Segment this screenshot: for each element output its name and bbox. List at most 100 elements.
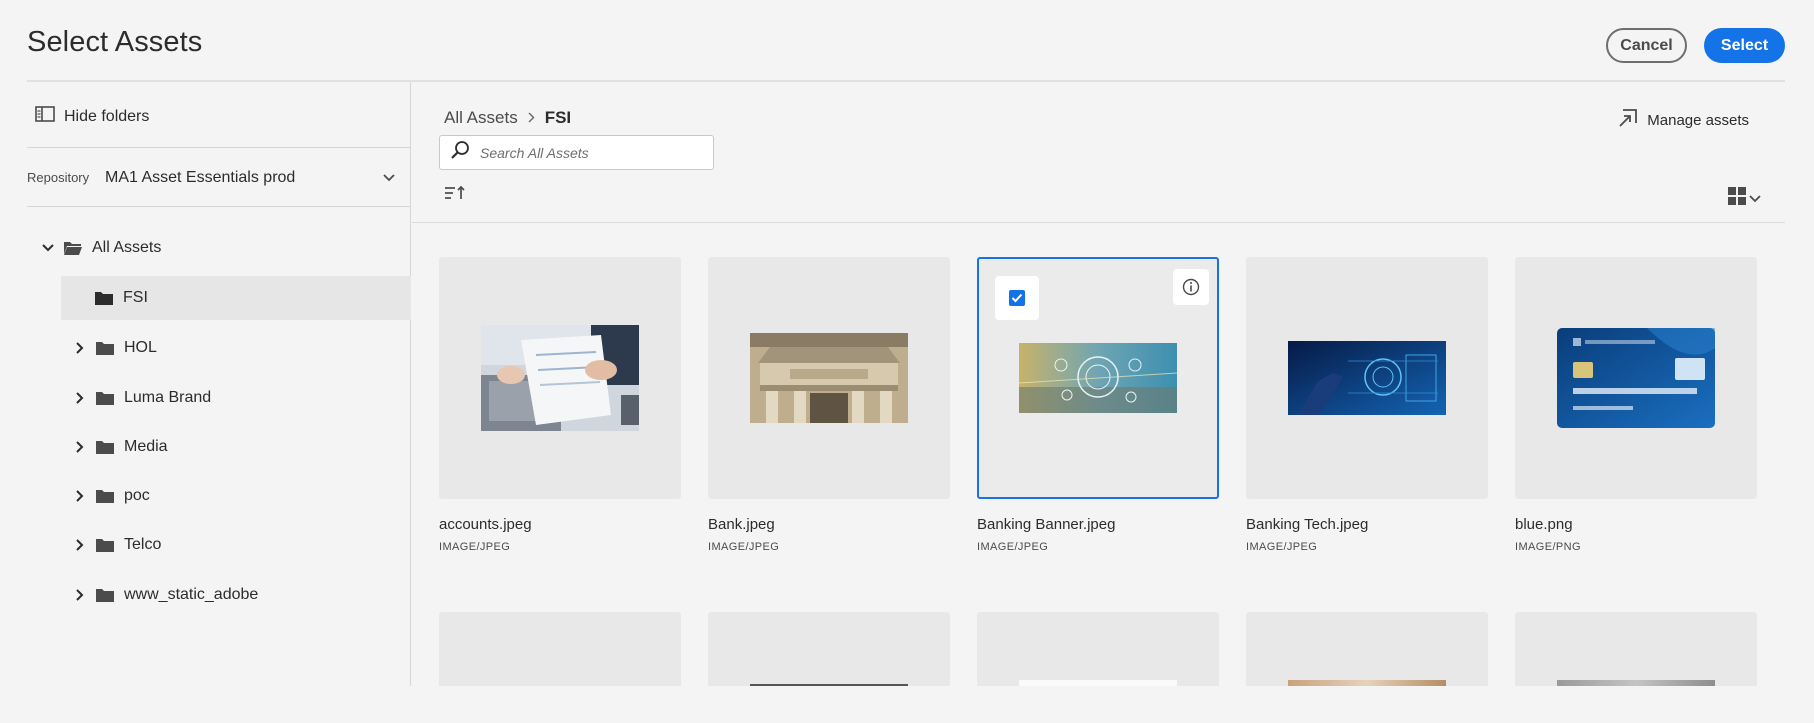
tree-item-telco[interactable]: Telco (73, 523, 161, 567)
tree-item-label: Media (124, 438, 168, 455)
search-input[interactable] (480, 144, 700, 161)
asset-thumbnail[interactable] (1246, 257, 1488, 499)
asset-name: accounts.jpeg (439, 516, 532, 533)
repository-select[interactable]: MA1 Asset Essentials prod (105, 162, 405, 194)
repository-value: MA1 Asset Essentials prod (105, 169, 296, 186)
asset-thumbnail (1557, 680, 1715, 686)
tree-item-label: FSI (123, 289, 148, 306)
banking-banner-image (1019, 343, 1177, 413)
asset-card[interactable]: Banking Tech.jpeg IMAGE/JPEG (1246, 257, 1488, 553)
tree-item-all-assets[interactable]: All Assets (41, 226, 161, 270)
folder-icon (95, 340, 115, 356)
breadcrumb-all-assets[interactable]: All Assets (444, 108, 518, 128)
tree-item-media[interactable]: Media (73, 425, 168, 469)
tree-item-fsi[interactable]: FSI (61, 276, 411, 320)
asset-name: blue.png (1515, 516, 1573, 533)
asset-thumbnail[interactable] (977, 257, 1219, 499)
banking-tech-image (1288, 341, 1446, 415)
asset-card[interactable]: blue.png IMAGE/PNG (1515, 257, 1757, 553)
select-assets-dialog: Select Assets Cancel Select Hide folders… (0, 0, 1814, 723)
asset-card[interactable] (708, 612, 950, 686)
breadcrumb-current: FSI (544, 108, 572, 127)
chevron-down-icon[interactable] (41, 244, 55, 252)
chevron-down-icon (383, 169, 395, 187)
view-mode-button[interactable] (1727, 186, 1761, 211)
manage-assets-label: Manage assets (1647, 111, 1749, 129)
chevron-right-icon[interactable] (73, 342, 87, 354)
divider (27, 147, 411, 148)
asset-type: IMAGE/JPEG (1246, 541, 1318, 553)
chevron-right-icon[interactable] (73, 539, 87, 551)
tree-item-label: HOL (124, 339, 157, 356)
asset-type: IMAGE/JPEG (439, 541, 511, 553)
panel-toggle-icon (35, 106, 55, 127)
asset-card[interactable]: Bank.jpeg IMAGE/JPEG (708, 257, 950, 553)
folder-sidebar: Hide folders Repository MA1 Asset Essent… (27, 82, 411, 686)
asset-thumbnail (1288, 680, 1446, 686)
asset-thumbnail (1019, 680, 1177, 686)
asset-thumbnail[interactable] (708, 257, 950, 499)
sort-button[interactable] (444, 185, 466, 206)
asset-card[interactable] (1246, 612, 1488, 686)
divider (27, 206, 411, 207)
page-title: Select Assets (27, 26, 203, 58)
folder-icon (95, 587, 115, 603)
blue-card-image (1557, 328, 1715, 428)
asset-thumbnail (750, 684, 908, 686)
asset-type: IMAGE/JPEG (708, 541, 780, 553)
chevron-right-icon[interactable] (73, 441, 87, 453)
asset-checkbox[interactable] (995, 276, 1039, 320)
breadcrumb: All Assets FSI (444, 108, 571, 128)
info-button[interactable] (1173, 269, 1209, 305)
asset-card-selected[interactable]: Banking Banner.jpeg IMAGE/JPEG (977, 257, 1219, 553)
external-link-icon (1618, 108, 1638, 132)
tree-item-label: All Assets (92, 239, 162, 256)
asset-browser: All Assets FSI Manage assets Search All … (412, 82, 1785, 686)
manage-assets-link[interactable]: Manage assets (1618, 108, 1749, 132)
chevron-right-icon[interactable] (73, 490, 87, 502)
folder-icon (95, 439, 115, 455)
repository-label: Repository (27, 170, 90, 185)
asset-name: Bank.jpeg (708, 516, 775, 533)
folder-icon (95, 488, 115, 504)
chevron-right-icon[interactable] (73, 589, 87, 601)
hide-folders-label: Hide folders (64, 107, 150, 125)
chevron-right-icon[interactable] (73, 392, 87, 404)
asset-name: Banking Tech.jpeg (1246, 516, 1369, 533)
chevron-right-icon (528, 110, 535, 126)
asset-type: IMAGE/JPEG (977, 541, 1049, 553)
search-icon (450, 140, 470, 165)
folder-icon (94, 290, 114, 306)
folder-icon (95, 390, 115, 406)
tree-item-label: Luma Brand (124, 389, 212, 406)
grid-view-icon (1727, 186, 1747, 211)
asset-card[interactable] (1515, 612, 1757, 686)
tree-item-label: poc (124, 487, 150, 504)
bank-image (750, 333, 908, 423)
tree-item-label: Telco (124, 536, 162, 553)
chevron-down-icon (1749, 190, 1761, 208)
tree-item-poc[interactable]: poc (73, 474, 150, 518)
cancel-button[interactable]: Cancel (1606, 28, 1687, 63)
select-button[interactable]: Select (1704, 28, 1785, 63)
asset-type: IMAGE/PNG (1515, 541, 1581, 553)
asset-thumbnail[interactable] (439, 257, 681, 499)
tree-item-www-static-adobe[interactable]: www_static_adobe (73, 573, 258, 617)
asset-thumbnail[interactable] (1515, 257, 1757, 499)
search-field[interactable] (439, 135, 714, 170)
asset-card[interactable]: accounts.jpeg IMAGE/JPEG (439, 257, 681, 553)
divider (412, 222, 1785, 223)
folder-open-icon (63, 240, 83, 256)
tree-item-hol[interactable]: HOL (73, 326, 157, 370)
asset-card[interactable] (977, 612, 1219, 686)
asset-name: Banking Banner.jpeg (977, 516, 1116, 533)
tree-item-label: www_static_adobe (124, 586, 259, 603)
asset-card[interactable] (439, 612, 681, 686)
checkmark-icon (1009, 290, 1025, 306)
accounts-image (481, 325, 639, 431)
sort-icon (444, 185, 466, 205)
info-icon (1182, 278, 1200, 296)
hide-folders-button[interactable]: Hide folders (35, 106, 149, 127)
folder-icon (95, 537, 115, 553)
tree-item-luma-brand[interactable]: Luma Brand (73, 376, 211, 420)
